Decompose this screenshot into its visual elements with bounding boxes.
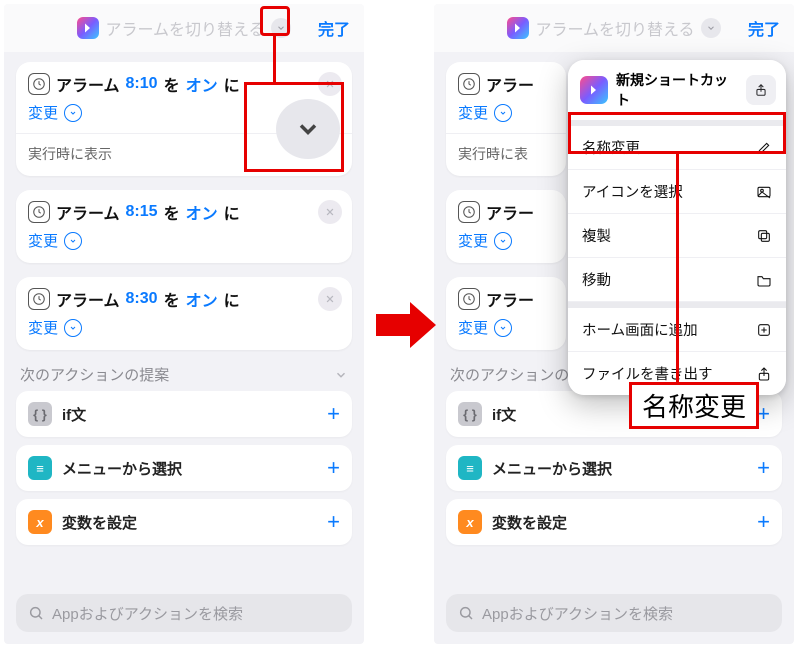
search-field[interactable]: Appおよびアクションを検索	[446, 594, 782, 632]
clock-icon	[28, 288, 50, 310]
image-icon	[756, 184, 772, 200]
if-icon: { }	[458, 402, 482, 426]
editor-header: アラームを切り替える 完了	[434, 4, 794, 52]
share-icon	[756, 366, 772, 382]
folder-icon	[756, 272, 772, 288]
chevron-down-icon	[494, 104, 512, 122]
suggestion-item[interactable]: ≡ メニューから選択 +	[446, 445, 782, 491]
variable-icon: x	[458, 510, 482, 534]
done-button[interactable]: 完了	[318, 4, 350, 52]
delete-action-button[interactable]	[318, 200, 342, 224]
shortcuts-app-icon	[77, 17, 99, 39]
plus-icon: +	[327, 401, 340, 427]
plus-icon: +	[757, 509, 770, 535]
duplicate-icon	[756, 228, 772, 244]
shortcuts-app-icon	[507, 17, 529, 39]
shortcuts-app-icon	[580, 76, 608, 104]
editor-header: アラームを切り替える 完了	[4, 4, 364, 52]
plus-box-icon	[756, 322, 772, 338]
suggestion-item[interactable]: x 変数を設定 +	[446, 499, 782, 545]
clock-icon	[458, 73, 480, 95]
expand-chevron-button[interactable]	[276, 99, 340, 159]
shortcut-title: アラームを切り替える	[535, 16, 694, 40]
title-chevron-button[interactable]	[271, 18, 291, 38]
chevron-down-icon	[64, 232, 82, 250]
suggestion-item[interactable]: ≡ メニューから選択 +	[16, 445, 352, 491]
plus-icon: +	[327, 509, 340, 535]
change-button[interactable]: 変更	[458, 102, 554, 123]
highlight-connector	[273, 36, 276, 82]
chevron-down-icon	[334, 368, 348, 382]
chevron-down-icon	[64, 319, 82, 337]
change-button[interactable]: 変更	[458, 230, 554, 251]
clock-icon	[458, 201, 480, 223]
clock-icon	[28, 201, 50, 223]
chevron-down-icon	[64, 104, 82, 122]
phone-right: アラームを切り替える 完了 アラー 変更 実行時に表	[434, 4, 794, 644]
menu-icon: ≡	[28, 456, 52, 480]
menu-icon: ≡	[458, 456, 482, 480]
suggestions-list: { } if文 + ≡ メニューから選択 + x 変数を設定 +	[4, 391, 364, 545]
clock-icon	[28, 73, 50, 95]
change-button[interactable]: 変更	[28, 317, 340, 338]
delete-action-button[interactable]	[318, 287, 342, 311]
action-card[interactable]: アラー 変更	[446, 277, 566, 350]
change-button[interactable]: 変更	[458, 317, 554, 338]
callout-label: 名称変更	[629, 382, 759, 429]
clock-icon	[458, 288, 480, 310]
variable-icon: x	[28, 510, 52, 534]
action-card[interactable]: アラーム 8:15 を オン に 変更	[16, 190, 352, 263]
delete-action-button[interactable]	[318, 72, 342, 96]
plus-icon: +	[757, 455, 770, 481]
pencil-icon	[756, 140, 772, 156]
chevron-down-icon	[494, 319, 512, 337]
arrow-icon	[376, 300, 436, 350]
suggestions-heading[interactable]: 次のアクションの提案	[4, 350, 364, 391]
search-field[interactable]: Appおよびアクションを検索	[16, 594, 352, 632]
action-card[interactable]: アラーム 8:30 を オン に 変更	[16, 277, 352, 350]
chevron-down-icon	[494, 232, 512, 250]
if-icon: { }	[28, 402, 52, 426]
suggestion-item[interactable]: x 変数を設定 +	[16, 499, 352, 545]
action-list: アラーム 8:10 を オン に 変更 実行時に表示 アラーム 8	[4, 52, 364, 350]
highlight-connector	[676, 154, 679, 394]
plus-icon: +	[757, 401, 770, 427]
search-icon	[28, 605, 44, 621]
suggestion-item[interactable]: { } if文 +	[16, 391, 352, 437]
plus-icon: +	[327, 455, 340, 481]
title-chevron-button[interactable]	[701, 18, 721, 38]
search-icon	[458, 605, 474, 621]
popover-title: 新規ショートカット	[616, 70, 738, 110]
done-button[interactable]: 完了	[748, 4, 780, 52]
action-card[interactable]: アラー 変更 実行時に表	[446, 62, 566, 176]
change-button[interactable]: 変更	[28, 230, 340, 251]
shortcut-title: アラームを切り替える	[105, 16, 264, 40]
action-card[interactable]: アラー 変更	[446, 190, 566, 263]
share-button[interactable]	[746, 75, 776, 105]
phone-left: アラームを切り替える 完了 アラーム 8:10 を	[4, 4, 364, 644]
